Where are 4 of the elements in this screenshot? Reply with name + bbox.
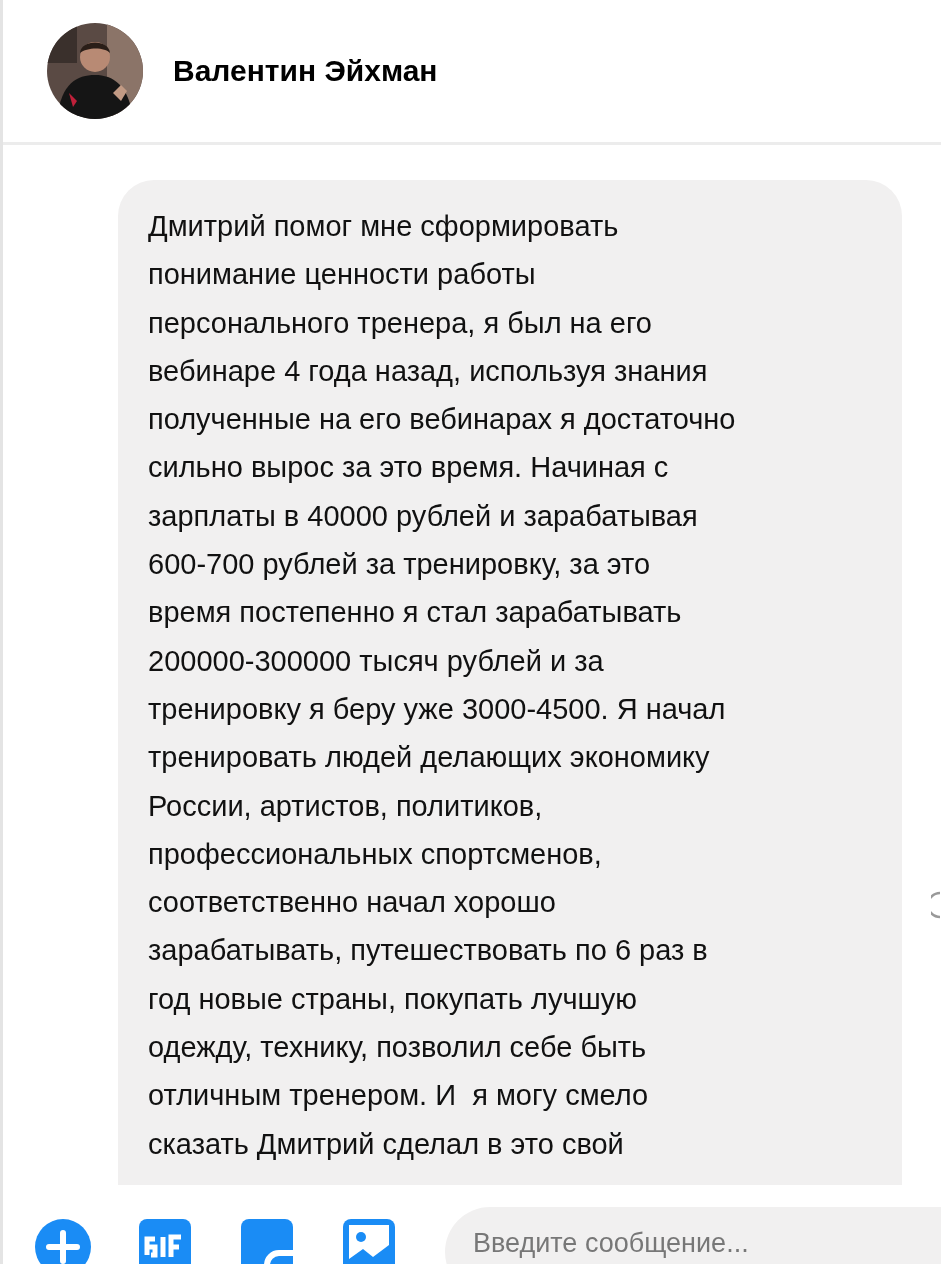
message-text: Дмитрий помог мне сформировать понимание ценности работы персонального тренера, я был на его вебинаре 4 года назад, используя знания полученные на его вебинарах я достаточно сильно вырос за это время. Начиная с зарплаты в 40000 рублей и зарабатывая 600-700 рублей за тренировку, за это время постепенно я стал зарабатывать 200000-300000 тысяч рублей и за тренировку я беру уже 3000-4500. Я начал тренировать людей делающих экономику России, артистов, политиков, профессиональных спортсменов, соответственно начал хорошо зарабатывать, путешествовать по 6 раз в год новые страны, покупать лучшую одежду, технику, позволил себе быть отличным тренером. И я могу смело сказать Дмитрий сделал в это свой	[148, 209, 737, 1162]
message-field[interactable]: Введите сообщение...	[445, 1207, 941, 1264]
plus-icon[interactable]	[33, 1217, 93, 1264]
contact-name: Валентин Эйхман	[173, 54, 438, 88]
